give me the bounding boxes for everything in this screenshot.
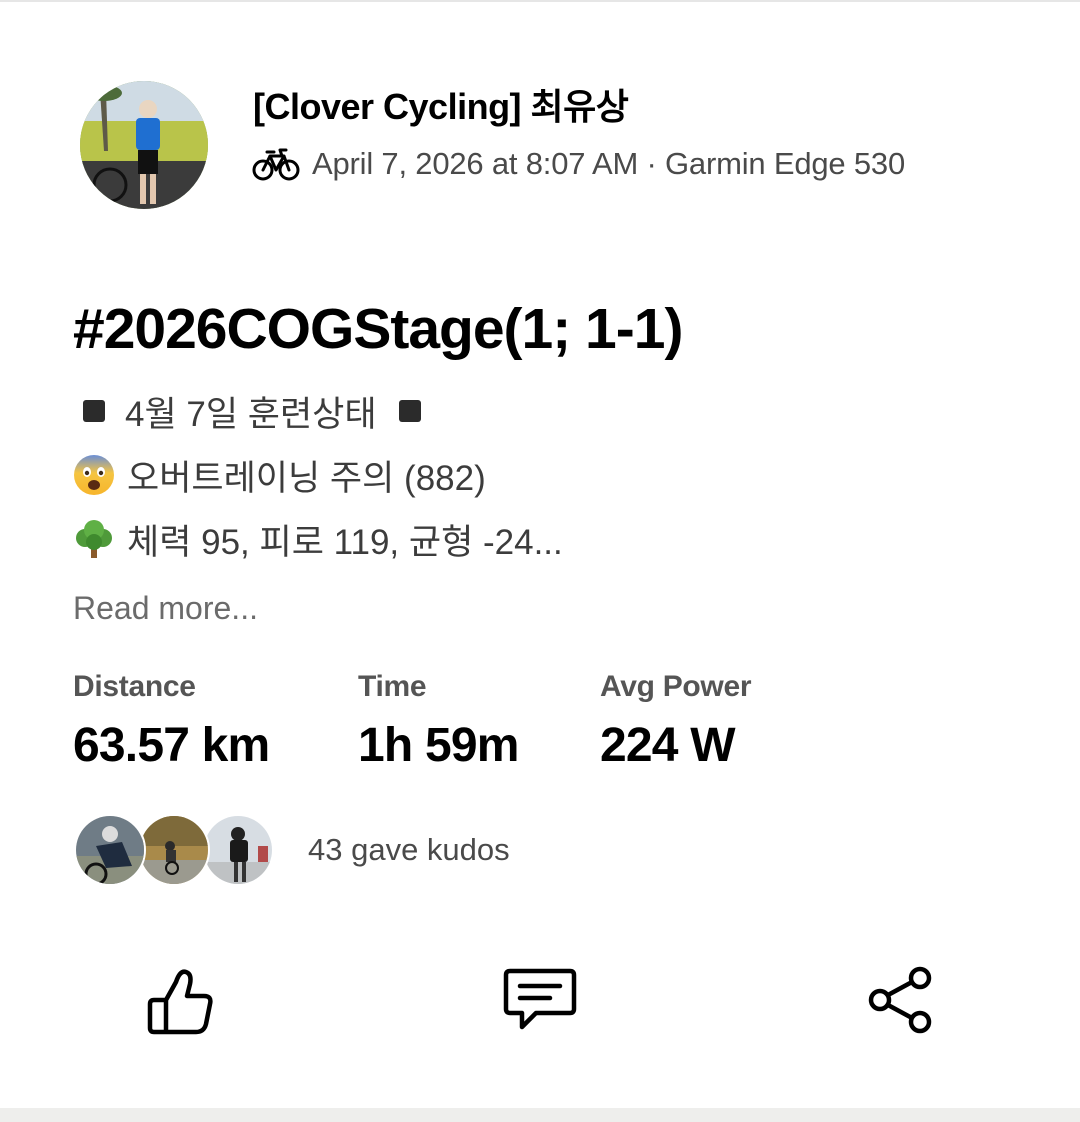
stat-time: Time 1h 59m: [358, 670, 519, 773]
description-line-1: 4월 7일 훈련상태: [73, 386, 421, 436]
kudos-avatars[interactable]: [74, 814, 274, 886]
like-button[interactable]: [140, 960, 220, 1040]
stat-label: Avg Power: [600, 670, 752, 703]
activity-date-device: April 7, 2026 at 8:07 AM · Garmin Edge 5…: [312, 146, 905, 181]
bike-icon: [252, 148, 300, 181]
stat-value: 63.57 km: [73, 719, 270, 772]
stat-distance: Distance 63.57 km: [73, 670, 270, 773]
share-button[interactable]: [860, 960, 940, 1040]
comment-icon: [503, 968, 577, 1030]
kudos-count[interactable]: 43 gave kudos: [308, 832, 510, 868]
stat-avg-power: Avg Power 224 W: [600, 670, 752, 773]
stat-value: 1h 59m: [358, 719, 519, 772]
description-text-2: 오버트레이닝 주의 (882): [127, 458, 486, 498]
description-line-3: 체력 95, 피로 119, 균형 -24...: [73, 514, 563, 564]
description-line-2: 오버트레이닝 주의 (882): [73, 450, 486, 500]
thumbs-up-icon: [147, 969, 213, 1035]
athlete-avatar[interactable]: [80, 81, 208, 209]
black-square-icon: [83, 400, 105, 422]
stat-value: 224 W: [600, 719, 736, 772]
activity-title[interactable]: #2026COGStage(1; 1-1): [73, 296, 683, 362]
athlete-name[interactable]: [Clover Cycling] 최유상: [253, 78, 629, 130]
activity-meta: April 7, 2026 at 8:07 AM · Garmin Edge 5…: [252, 142, 905, 186]
comment-button[interactable]: [500, 960, 580, 1040]
kudos-avatar: [74, 814, 146, 886]
kudos-avatar: [138, 814, 210, 886]
feed-separator: [0, 1108, 1080, 1122]
description-text-1: 4월 7일 훈련상태: [125, 394, 377, 434]
fearful-face-icon: [74, 455, 114, 495]
stat-label: Time: [358, 670, 427, 703]
read-more-link[interactable]: Read more...: [73, 590, 258, 627]
share-icon: [868, 966, 932, 1034]
stat-label: Distance: [73, 670, 196, 703]
black-square-icon: [398, 400, 421, 422]
tree-icon: [76, 520, 112, 558]
kudos-avatar: [202, 814, 274, 886]
description-text-3: 체력 95, 피로 119, 균형 -24...: [127, 522, 563, 562]
top-divider: [0, 0, 1080, 2]
